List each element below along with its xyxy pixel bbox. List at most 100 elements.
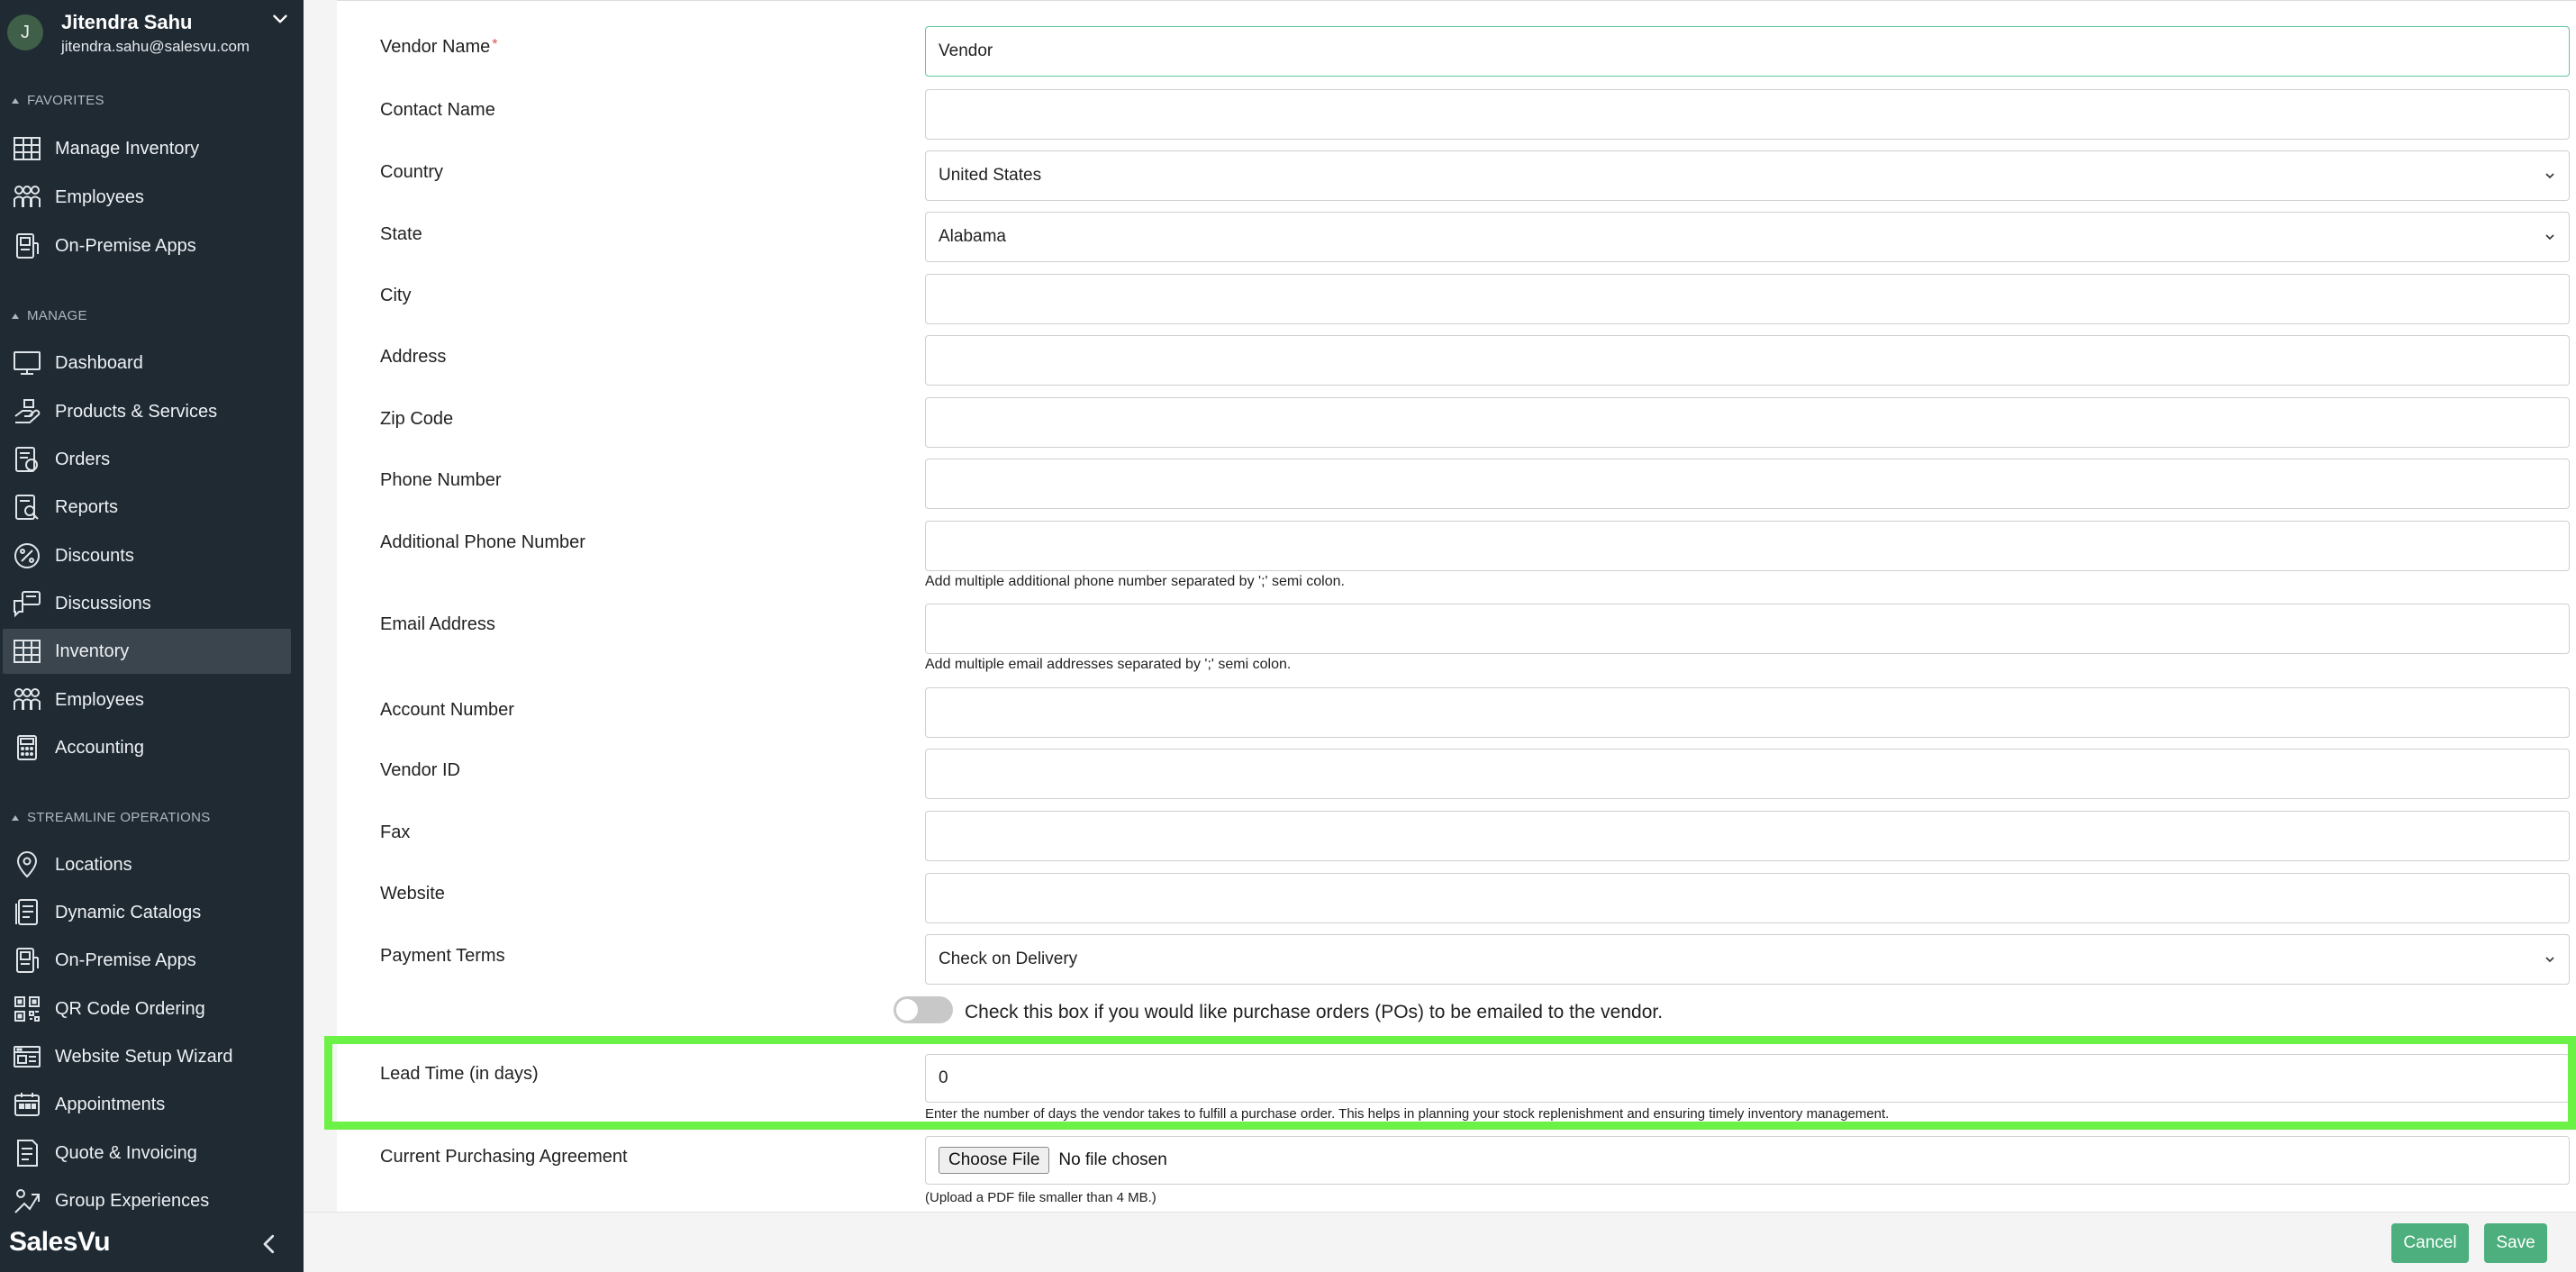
state-select[interactable]: Alabama [925,212,2570,262]
user-profile[interactable]: J Jitendra Sahu jitendra.sahu@salesvu.co… [0,0,304,68]
chevron-down-icon [2545,957,2554,963]
section-manage[interactable]: MANAGE [11,308,87,323]
on-premise-apps-icon [16,948,39,973]
vendor-id-input[interactable] [925,749,2570,799]
save-button[interactable]: Save [2484,1223,2547,1263]
sidebar-item-quote-invoicing[interactable]: Quote & Invoicing [3,1131,291,1176]
user-email: jitendra.sahu@salesvu.com [61,38,250,55]
caret-up-icon [12,97,19,104]
sidebar-item-label: Discussions [55,593,151,613]
section-favorites-label: FAVORITES [27,93,104,108]
sidebar-item-products-services[interactable]: Products & Services [3,389,291,434]
chevron-down-icon[interactable] [268,7,292,31]
vendor-id-label: Vendor ID [380,760,460,780]
contact-name-input[interactable] [925,89,2570,140]
invoice-icon [17,1140,38,1167]
inventory-icon [14,137,41,160]
chevron-left-icon[interactable] [256,1231,283,1258]
sidebar-item-label: Employees [55,689,144,710]
address-input[interactable] [925,335,2570,386]
sidebar-item-label: On-Premise Apps [55,235,196,256]
choose-file-button[interactable]: Choose File [939,1147,1050,1174]
zip-code-input[interactable] [925,397,2570,448]
city-label: City [380,286,412,305]
on-premise-apps-icon [16,233,39,259]
sidebar-item-discussions[interactable]: Discussions [3,581,291,626]
lead-time-help: Enter the number of days the vendor take… [925,1106,1890,1122]
purchasing-agreement-file-input[interactable]: Choose File No file chosen [925,1136,2570,1185]
products-icon [14,399,41,423]
sidebar-item-label: Locations [55,854,132,875]
email-po-toggle[interactable] [893,996,953,1023]
fax-input[interactable] [925,811,2570,861]
lead-time-input[interactable]: 0 [925,1054,2570,1103]
sidebar-item-inventory[interactable]: Inventory [3,629,291,674]
purchasing-agreement-help: (Upload a PDF file smaller than 4 MB.) [925,1190,1156,1205]
sidebar-item-label: Appointments [55,1094,166,1114]
additional-phone-label: Additional Phone Number [380,532,585,552]
payment-terms-value: Check on Delivery [939,949,1078,968]
payment-terms-label: Payment Terms [380,946,505,966]
sidebar-item-group-experiences[interactable]: Group Experiences [3,1178,291,1223]
sidebar-item-label: Inventory [55,641,130,661]
sidebar-item-label: Manage Inventory [55,138,200,159]
purchasing-agreement-label: Current Purchasing Agreement [380,1147,628,1167]
phone-number-label: Phone Number [380,470,502,490]
country-label: Country [380,162,444,182]
inventory-icon [14,640,41,663]
cancel-button[interactable]: Cancel [2391,1223,2469,1263]
main-content: Vendor Name * Vendor Contact Name Country… [304,0,2576,1272]
account-number-input[interactable] [925,687,2570,738]
vendor-form: Vendor Name * Vendor Contact Name Country… [337,0,2576,1212]
sidebar-item-accounting[interactable]: Accounting [3,725,291,770]
discounts-icon [14,543,40,568]
sidebar-item-label: Accounting [55,737,144,758]
avatar: J [7,14,43,50]
reports-icon [15,495,39,520]
sidebar-item-employees-fav[interactable]: Employees [3,175,291,220]
lead-time-label: Lead Time (in days) [380,1064,539,1084]
sidebar-item-employees[interactable]: Employees [3,677,291,722]
state-value: Alabama [939,227,1006,246]
sidebar-item-label: Reports [55,496,119,517]
sidebar-item-locations[interactable]: Locations [3,842,291,887]
sidebar-item-label: Quote & Invoicing [55,1142,197,1163]
additional-phone-input[interactable] [925,521,2570,571]
required-mark: * [492,37,498,52]
sidebar-item-on-premise-apps[interactable]: On-Premise Apps [3,938,291,983]
employees-icon [14,186,41,207]
vendor-name-input[interactable]: Vendor [925,26,2570,77]
sidebar-item-dynamic-catalogs[interactable]: Dynamic Catalogs [3,890,291,935]
sidebar-item-label: Orders [55,449,111,469]
dashboard-icon [14,351,41,375]
sidebar-item-discounts[interactable]: Discounts [3,533,291,578]
sidebar-item-label: On-Premise Apps [55,949,196,970]
sidebar-item-label: Dynamic Catalogs [55,902,202,922]
vendor-name-label: Vendor Name * [380,37,498,57]
sidebar-item-website-setup-wizard[interactable]: Website Setup Wizard [3,1034,291,1079]
file-status: No file chosen [1058,1150,1167,1169]
sidebar: J Jitendra Sahu jitendra.sahu@salesvu.co… [0,0,304,1272]
discussions-icon [14,591,41,618]
sidebar-item-orders[interactable]: Orders [3,437,291,482]
sidebar-item-label: Products & Services [55,401,218,422]
user-name: Jitendra Sahu [61,11,193,33]
calendar-icon [14,1093,40,1116]
email-address-input[interactable] [925,604,2570,654]
section-favorites[interactable]: FAVORITES [11,93,104,108]
website-input[interactable] [925,873,2570,923]
sidebar-item-on-premise-apps-fav[interactable]: On-Premise Apps [3,223,291,268]
phone-number-input[interactable] [925,459,2570,509]
city-input[interactable] [925,274,2570,324]
sidebar-item-qr-code-ordering[interactable]: QR Code Ordering [3,986,291,1031]
zip-code-label: Zip Code [380,409,454,429]
sidebar-item-appointments[interactable]: Appointments [3,1082,291,1127]
country-select[interactable]: United States [925,150,2570,201]
payment-terms-select[interactable]: Check on Delivery [925,934,2570,985]
sidebar-item-reports[interactable]: Reports [3,485,291,530]
sidebar-item-dashboard[interactable]: Dashboard [3,341,291,386]
sidebar-item-manage-inventory[interactable]: Manage Inventory [3,126,291,171]
sidebar-item-label: Dashboard [55,352,143,373]
section-manage-label: MANAGE [27,308,87,323]
section-streamline[interactable]: STREAMLINE OPERATIONS [11,810,211,825]
